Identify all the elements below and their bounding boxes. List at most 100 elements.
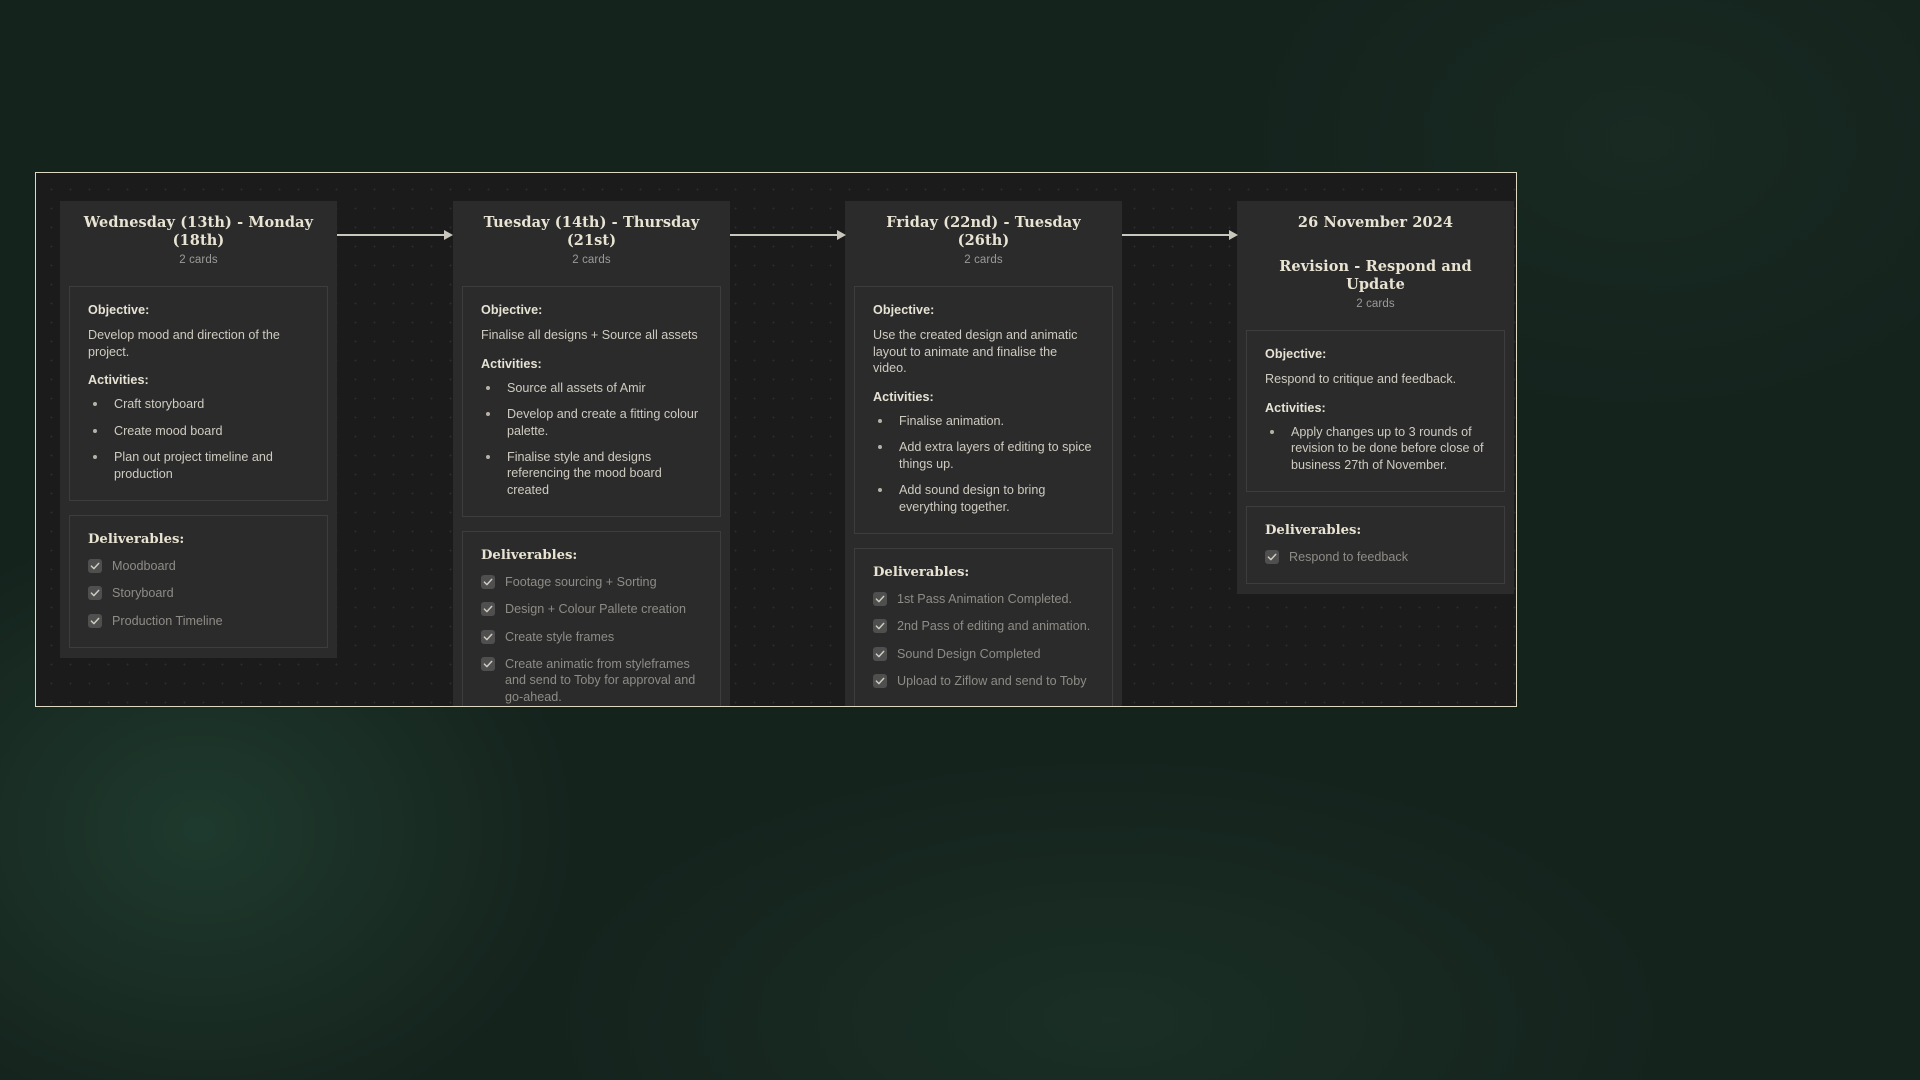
activity-item: Craft storyboard [88, 396, 309, 412]
card-objective-activities[interactable]: Objective: Finalise all designs + Source … [462, 286, 721, 518]
deliverable-label: 1st Pass Animation Completed. [897, 591, 1073, 606]
column-subheader[interactable]: Revision - Respond and Update 2 cards [1246, 252, 1505, 321]
deliverable-item[interactable]: 2nd Pass of editing and animation. [873, 618, 1094, 634]
activity-item: Plan out project timeline and production [88, 449, 309, 482]
activity-item: Add sound design to bring everything tog… [873, 482, 1094, 515]
arrow-head-icon [444, 230, 453, 240]
checkbox-checked-icon[interactable] [481, 629, 495, 644]
checkbox-checked-icon[interactable] [873, 646, 887, 661]
column-header[interactable]: Tuesday (14th) - Thursday (21st) 2 cards [453, 201, 730, 278]
deliverable-item[interactable]: Storyboard [88, 585, 309, 601]
activity-item: Create mood board [88, 423, 309, 439]
deliverable-item[interactable]: Production Timeline [88, 613, 309, 629]
deliverable-label: Footage sourcing + Sorting [505, 575, 657, 590]
column-1[interactable]: Wednesday (13th) - Monday (18th) 2 cards O… [60, 201, 337, 658]
checkbox-checked-icon[interactable] [873, 619, 887, 634]
column-3[interactable]: Friday (22nd) - Tuesday (26th) 2 cards Obj… [845, 201, 1122, 706]
column-4[interactable]: 26 November 2024 Revision - Respond and U… [1237, 201, 1514, 595]
deliverable-label: Moodboard [112, 558, 176, 573]
objective-label: Objective: [88, 303, 150, 318]
connector-arrow-1 [337, 229, 453, 241]
activities-list: Source all assets of Amir Develop and cre… [481, 380, 702, 498]
deliverable-label: Design + Colour Pallete creation [505, 602, 686, 617]
checkbox-checked-icon[interactable] [873, 591, 887, 606]
activities-label: Activities: [88, 373, 149, 388]
deliverable-item[interactable]: Upload to Ziflow and send to Toby [873, 673, 1094, 689]
column-card-count: 2 cards [572, 254, 611, 267]
background-glow-bottom [560, 760, 1660, 1080]
objective-label: Objective: [1265, 347, 1327, 362]
deliverable-item[interactable]: Create style frames [481, 629, 702, 645]
deliverable-label: 2nd Pass of editing and animation. [897, 619, 1091, 634]
column-card-count: 2 cards [964, 254, 1003, 267]
checkbox-checked-icon[interactable] [481, 657, 495, 672]
checkbox-checked-icon[interactable] [1265, 550, 1279, 565]
column-header[interactable]: Friday (22nd) - Tuesday (26th) 2 cards [845, 201, 1122, 278]
activities-list: Apply changes up to 3 rounds of revision… [1265, 424, 1486, 473]
card-objective-activities[interactable]: Objective: Develop mood and direction of … [69, 286, 328, 501]
checkbox-checked-icon[interactable] [88, 613, 102, 628]
deliverable-label: Storyboard [112, 586, 174, 601]
objective-text: Finalise all designs + Source all assets [481, 328, 698, 343]
checkbox-checked-icon[interactable] [481, 575, 495, 590]
activity-item: Finalise style and designs referencing t… [481, 449, 702, 498]
deliverable-label: Upload to Ziflow and send to Toby [897, 673, 1087, 688]
deliverables-label: Deliverables: [481, 548, 578, 564]
arrow-head-icon [1229, 230, 1238, 240]
checkbox-checked-icon[interactable] [873, 673, 887, 688]
checkbox-checked-icon[interactable] [88, 586, 102, 601]
activities-label: Activities: [1265, 400, 1326, 415]
column-card-count: 2 cards [179, 254, 218, 267]
column-title: 26 November 2024 [1297, 214, 1454, 231]
card-deliverables[interactable]: Deliverables: Respond to feedback [1246, 506, 1505, 585]
objective-label: Objective: [873, 303, 935, 318]
board-columns: Wednesday (13th) - Monday (18th) 2 cards O… [36, 173, 1516, 706]
card-deliverables[interactable]: Deliverables: 1st Pass Animation Complete… [854, 547, 1113, 706]
activities-list: Finalise animation. Add extra layers of e… [873, 413, 1094, 515]
column-header[interactable]: 26 November 2024 [1237, 201, 1514, 244]
deliverable-item[interactable]: Footage sourcing + Sorting [481, 574, 702, 590]
card-objective-activities[interactable]: Objective: Use the created design and ani… [854, 286, 1113, 534]
deliverable-label: Production Timeline [112, 613, 223, 628]
objective-text: Respond to critique and feedback. [1265, 372, 1457, 387]
column-title: Wednesday (13th) - Monday (18th) [83, 214, 314, 250]
deliverable-item[interactable]: Respond to feedback [1265, 549, 1486, 565]
column-title: Friday (22nd) - Tuesday (26th) [886, 214, 1081, 250]
checkbox-checked-icon[interactable] [481, 602, 495, 617]
activities-label: Activities: [873, 390, 934, 405]
column-body: Objective: Develop mood and direction of … [60, 277, 337, 658]
activity-item: Source all assets of Amir [481, 380, 702, 396]
column-body: Revision - Respond and Update 2 cards Obje… [1237, 243, 1514, 595]
card-objective-activities[interactable]: Objective: Respond to critique and feedba… [1246, 330, 1505, 493]
deliverable-item[interactable]: Create animatic from styleframes and sen… [481, 656, 702, 705]
activities-label: Activities: [481, 356, 542, 371]
column-header[interactable]: Wednesday (13th) - Monday (18th) 2 cards [60, 201, 337, 278]
activity-item: Apply changes up to 3 rounds of revision… [1265, 424, 1486, 473]
board-canvas[interactable]: Wednesday (13th) - Monday (18th) 2 cards O… [35, 172, 1517, 707]
checkbox-checked-icon[interactable] [88, 558, 102, 573]
activity-item: Add extra layers of editing to spice thi… [873, 439, 1094, 472]
deliverables-label: Deliverables: [1265, 523, 1362, 539]
column-subtitle-count: 2 cards [1356, 298, 1395, 311]
column-2[interactable]: Tuesday (14th) - Thursday (21st) 2 cards O… [453, 201, 730, 706]
card-deliverables[interactable]: Deliverables: Footage sourcing + Sorting D… [462, 531, 721, 706]
deliverable-item[interactable]: Design + Colour Pallete creation [481, 601, 702, 617]
activities-list: Craft storyboard Create mood board Plan ou… [88, 396, 309, 481]
connector-arrow-3 [1122, 229, 1238, 241]
deliverable-item[interactable]: Moodboard [88, 558, 309, 574]
column-subtitle: Revision - Respond and Update [1279, 258, 1472, 294]
column-body: Objective: Finalise all designs + Source … [453, 277, 730, 706]
objective-text: Develop mood and direction of the projec… [88, 328, 280, 359]
deliverable-label: Sound Design Completed [897, 646, 1041, 661]
deliverables-label: Deliverables: [873, 564, 970, 580]
activity-item: Finalise animation. [873, 413, 1094, 429]
deliverable-label: Create animatic from styleframes and sen… [505, 657, 696, 704]
objective-label: Objective: [481, 303, 543, 318]
deliverable-label: Respond to feedback [1289, 550, 1409, 565]
deliverable-label: Create style frames [505, 629, 615, 644]
column-body: Objective: Use the created design and ani… [845, 277, 1122, 706]
column-title: Tuesday (14th) - Thursday (21st) [483, 214, 700, 250]
deliverable-item[interactable]: Sound Design Completed [873, 646, 1094, 662]
card-deliverables[interactable]: Deliverables: Moodboard Storyboard Producti… [69, 514, 328, 648]
deliverable-item[interactable]: 1st Pass Animation Completed. [873, 591, 1094, 607]
